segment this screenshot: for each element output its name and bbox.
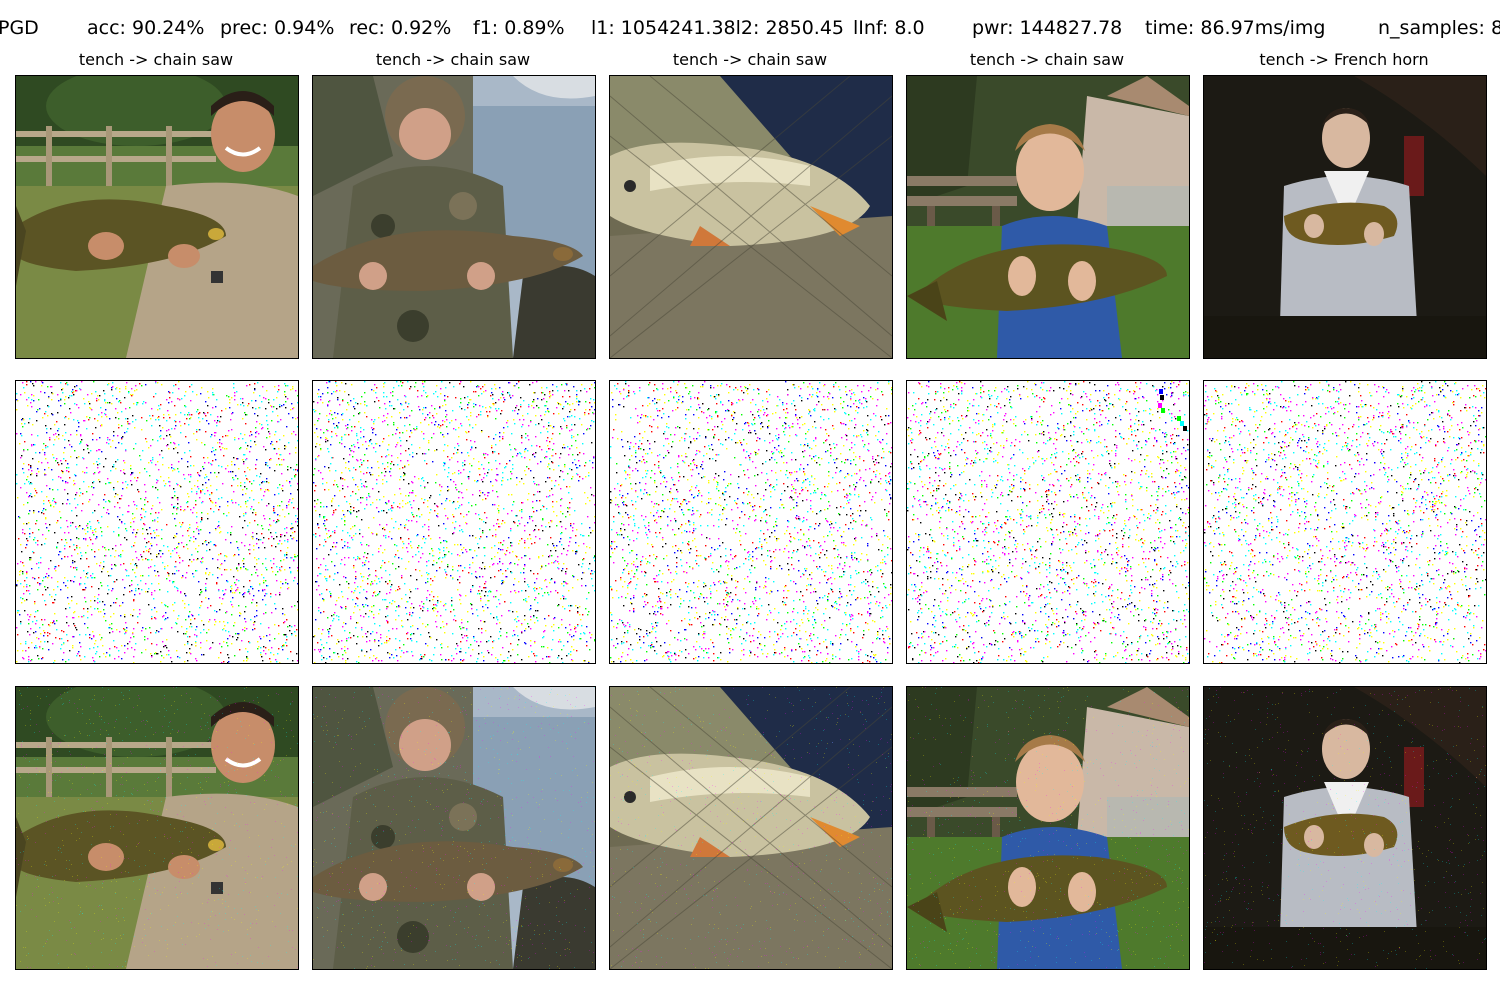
original-image-2	[312, 75, 596, 359]
perturbation-map-5	[1203, 380, 1487, 664]
perturbation-map-4	[906, 380, 1190, 664]
adversarial-image-1	[15, 686, 299, 970]
column-title-5: tench -> French horn	[1259, 50, 1429, 69]
adversarial-image-5	[1203, 686, 1487, 970]
column-title-3: tench -> chain saw	[672, 50, 828, 69]
l1-l2-metric: l1: 1054241.38l2: 2850.45	[591, 17, 845, 39]
adversarial-image-3	[609, 686, 893, 970]
original-image-4	[906, 75, 1190, 359]
adversarial-image-2	[312, 686, 596, 970]
method-label: PGD	[0, 17, 39, 39]
original-image-1	[15, 75, 299, 359]
column-title-1: tench -> chain saw	[78, 50, 234, 69]
linf-metric: lInf: 8.0	[853, 17, 925, 39]
adversarial-image-4	[906, 686, 1190, 970]
f1-metric: f1: 0.89%	[473, 17, 565, 39]
prec-metric: prec: 0.94%	[220, 17, 335, 39]
column-title-2: tench -> chain saw	[375, 50, 531, 69]
column-title-4: tench -> chain saw	[969, 50, 1125, 69]
perturbation-map-1	[15, 380, 299, 664]
metrics-header: PGD acc: 90.24% prec: 0.94% rec: 0.92% f…	[0, 14, 1500, 44]
original-image-3	[609, 75, 893, 359]
acc-metric: acc: 90.24%	[87, 17, 205, 39]
n-samples-metric: n_samples: 8	[1378, 17, 1500, 39]
perturbation-map-2	[312, 380, 596, 664]
time-metric: time: 86.97ms/img	[1145, 17, 1326, 39]
rec-metric: rec: 0.92%	[349, 17, 452, 39]
pwr-metric: pwr: 144827.78	[972, 17, 1123, 39]
original-image-5	[1203, 75, 1487, 359]
perturbation-map-3	[609, 380, 893, 664]
